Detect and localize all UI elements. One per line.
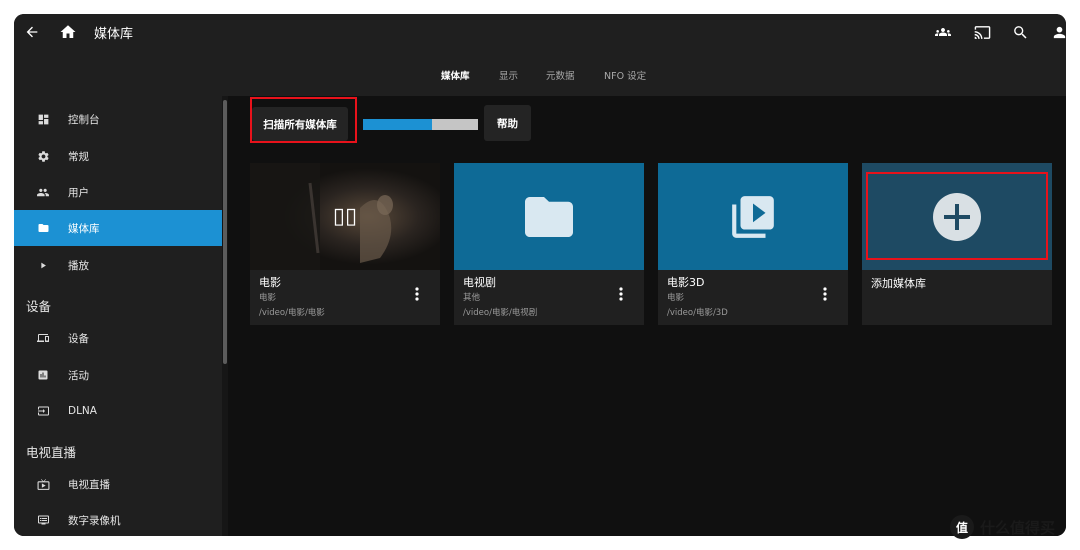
back-icon [26, 26, 38, 38]
tab-libraries[interactable]: 媒体库 [441, 68, 470, 82]
scan-progress-fill [363, 119, 432, 130]
cast-icon [974, 25, 990, 39]
library-path: /video/电影/电影 [259, 308, 325, 318]
library-card-tv-shows[interactable]: 电视剧 其他 /video/电影/电视剧 [454, 163, 644, 325]
scan-all-libraries-button[interactable]: 扫描所有媒体库 [252, 107, 348, 141]
library-card-movies-3d[interactable]: 电影3D 电影 /video/电影/3D [658, 163, 848, 325]
devices-icon [36, 331, 50, 345]
library-menu-button[interactable] [408, 283, 426, 305]
activity-icon [36, 368, 50, 382]
library-title: 电影 [259, 276, 281, 289]
sidebar-item-label: 用户 [68, 186, 89, 199]
sidebar-item-libraries[interactable]: 媒体库 [14, 210, 224, 246]
library-type: 电影 [259, 293, 277, 303]
watermark-text: 什么值得买 [980, 518, 1056, 537]
home-icon [60, 25, 76, 38]
app-window: 媒体库 媒体库 显示 元数据 NFO 设定 控制台 常规 用户 媒体库 播放 设… [14, 14, 1066, 536]
library-menu-button[interactable] [816, 283, 834, 305]
watermark: 值 什么值得买 [950, 514, 1055, 540]
sidebar-item-activity[interactable]: 活动 [14, 357, 224, 393]
sidebar-item-general[interactable]: 常规 [14, 138, 224, 174]
sidebar-item-label: 常规 [68, 150, 89, 163]
sidebar-item-label: 电视直播 [68, 478, 110, 491]
library-card-movies[interactable]: ▯▯ 电影 电影 /video/电影/电影 [250, 163, 440, 325]
library-type: 其他 [463, 293, 481, 303]
library-thumbnail[interactable] [658, 163, 848, 270]
section-title-live-tv: 电视直播 [26, 445, 77, 460]
folder-icon [525, 196, 573, 237]
back-button[interactable] [18, 20, 46, 44]
add-circle-icon [933, 192, 981, 241]
help-button[interactable]: 帮助 [484, 105, 531, 141]
play-icon [36, 258, 50, 272]
sidebar-item-dvr[interactable]: 数字录像机 [14, 502, 224, 536]
tab-metadata[interactable]: 元数据 [546, 68, 575, 82]
home-button[interactable] [55, 20, 81, 44]
movie-title-glyph: ▯▯ [332, 204, 358, 229]
tab-nfo-settings[interactable]: NFO 设定 [604, 68, 646, 82]
movie-thumbnail[interactable]: ▯▯ [250, 163, 440, 270]
header-bar: 媒体库 媒体库 显示 元数据 NFO 设定 [14, 14, 1066, 96]
search-icon [1013, 25, 1027, 39]
library-path: /video/电影/3D [667, 308, 728, 318]
more-vert-icon [415, 287, 419, 301]
sidebar-item-label: 控制台 [68, 113, 100, 126]
input-icon [36, 404, 50, 418]
library-type: 电影 [667, 293, 685, 303]
sidebar-item-label: 数字录像机 [68, 514, 121, 527]
page-title: 媒体库 [94, 27, 134, 42]
more-vert-icon [619, 287, 623, 301]
cast-button[interactable] [969, 21, 995, 43]
sidebar-item-label: 活动 [68, 369, 89, 382]
folder-icon [36, 221, 50, 235]
main-content: 扫描所有媒体库 帮助 ▯▯ 电影 电影 /video/电影/电影 电视剧 其他 … [228, 96, 1066, 536]
account-icon [1053, 26, 1065, 38]
add-library-card[interactable]: 添加媒体库 [862, 163, 1052, 325]
watermark-logo: 值 [950, 515, 974, 539]
settings-tabs: 媒体库 显示 元数据 NFO 设定 [14, 68, 1066, 86]
dvr-icon [36, 513, 50, 527]
library-thumbnail[interactable] [454, 163, 644, 270]
sidebar-item-label: 设备 [68, 332, 89, 345]
tab-display[interactable]: 显示 [499, 68, 518, 82]
sidebar-item-users[interactable]: 用户 [14, 174, 224, 210]
sidebar-item-dashboard[interactable]: 控制台 [14, 101, 224, 137]
sidebar-item-label: 播放 [68, 259, 89, 272]
library-path: /video/电影/电视剧 [463, 308, 538, 318]
sidebar-item-playback[interactable]: 播放 [14, 247, 224, 283]
sidebar-item-label: 媒体库 [68, 222, 100, 235]
sidebar-item-dlna[interactable]: DLNA [14, 393, 224, 429]
gear-icon [36, 149, 50, 163]
users-icon [36, 185, 50, 199]
add-library-label: 添加媒体库 [871, 277, 926, 290]
search-button[interactable] [1008, 21, 1032, 43]
sidebar-item-devices[interactable]: 设备 [14, 320, 224, 356]
sidebar: 控制台 常规 用户 媒体库 播放 设备 设备 活动 DLNA 电视直播 电视直播… [14, 96, 224, 536]
dashboard-icon [36, 112, 50, 126]
scrollbar-thumb[interactable] [223, 100, 227, 364]
section-title-devices: 设备 [26, 299, 52, 314]
account-button[interactable] [1047, 21, 1066, 43]
library-title: 电影3D [667, 276, 705, 289]
add-library-thumbnail[interactable] [862, 163, 1052, 270]
live-tv-icon [36, 477, 50, 491]
library-title: 电视剧 [463, 276, 496, 289]
more-vert-icon [823, 287, 827, 301]
sidebar-item-live-tv[interactable]: 电视直播 [14, 466, 224, 502]
users-button[interactable] [929, 21, 957, 43]
library-menu-button[interactable] [612, 283, 630, 305]
sidebar-item-label: DLNA [68, 405, 97, 417]
video-library-icon [732, 195, 774, 238]
scan-progress-bar [363, 119, 478, 130]
users-icon [935, 28, 951, 36]
